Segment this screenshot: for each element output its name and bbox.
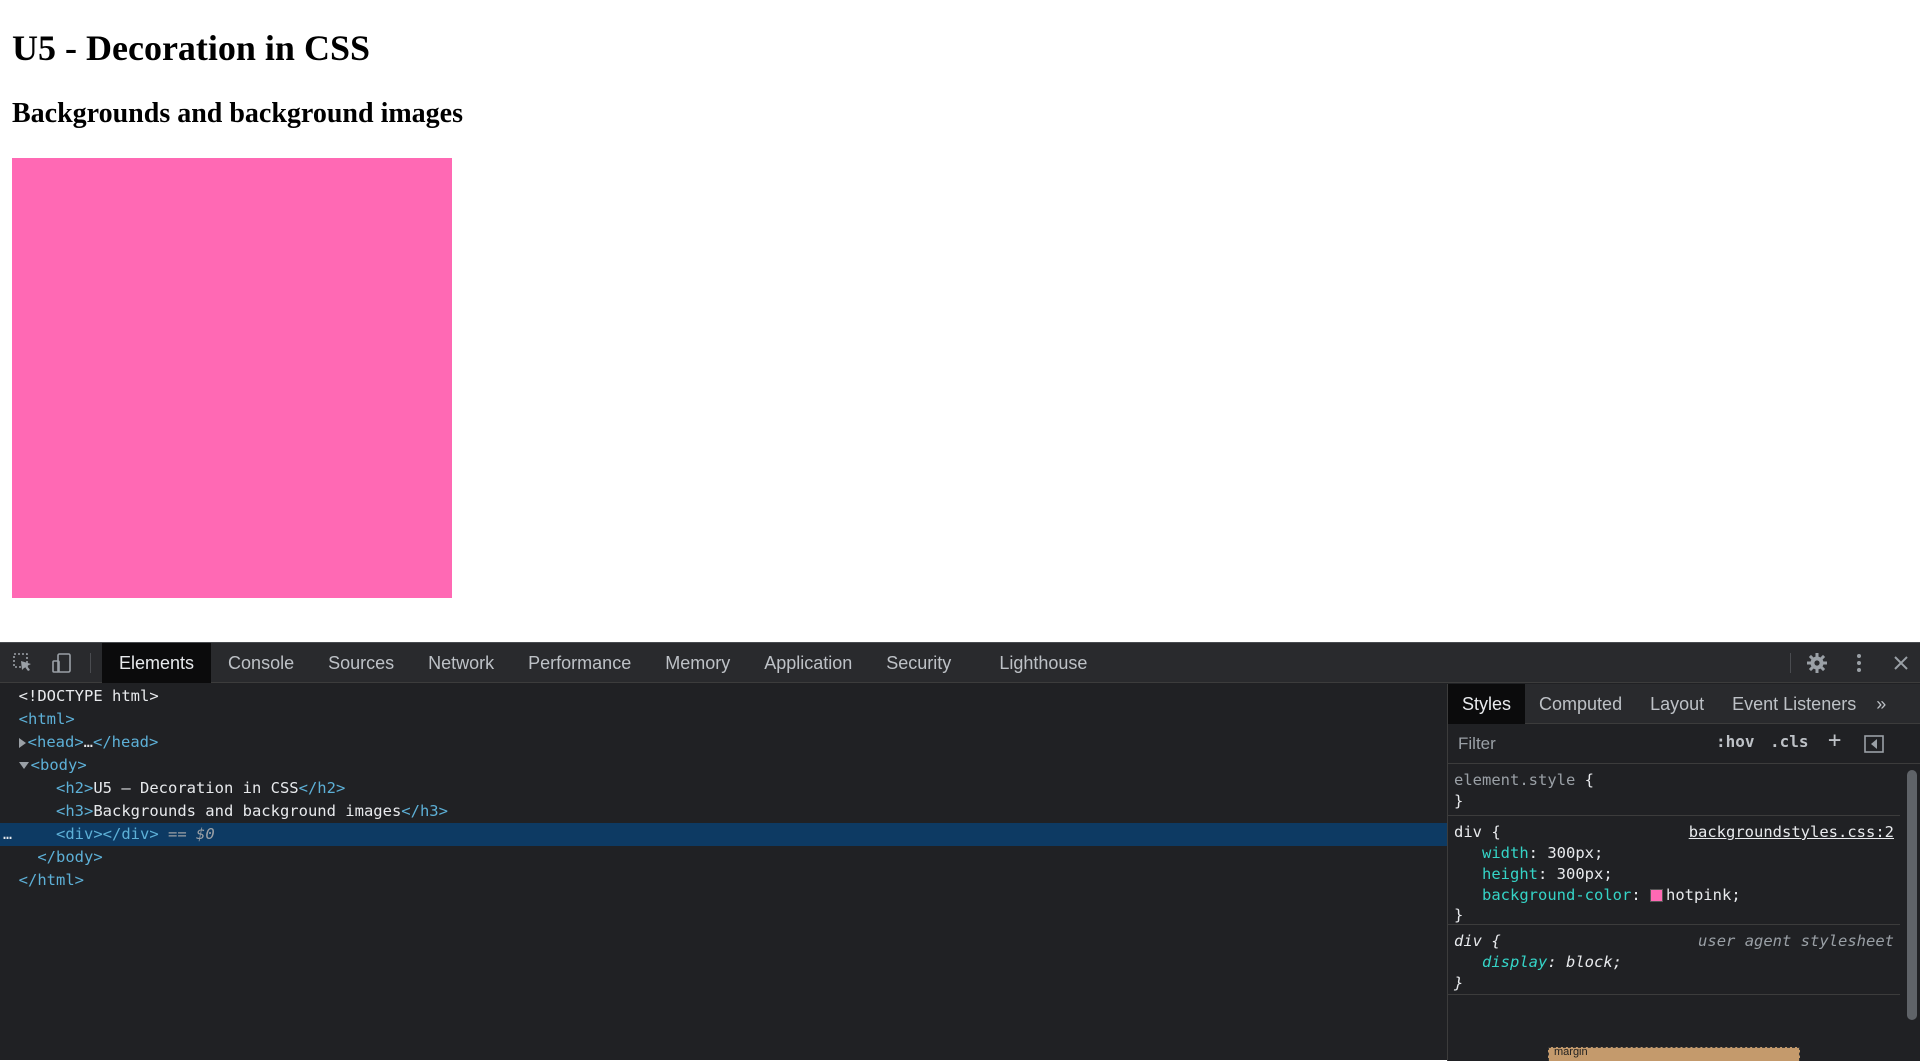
cls-toggle-button[interactable]: .cls [1770,732,1809,751]
inspect-element-icon[interactable] [11,651,35,675]
h3-close-tag: </h3> [401,802,448,820]
rule-close-brace: } [1454,974,1464,992]
page-heading: U5 - Decoration in CSS [12,28,370,68]
color-swatch[interactable] [1649,889,1663,902]
css-property: background-color [1482,886,1632,904]
tab-memory[interactable]: Memory [648,643,747,683]
dom-node-html[interactable]: <html> [0,708,1447,731]
tab-performance[interactable]: Performance [511,643,648,683]
more-options-icon[interactable] [1847,651,1871,675]
tab-layout[interactable]: Layout [1636,684,1718,724]
styles-scrollbar[interactable] [1907,770,1917,1020]
device-toggle-icon[interactable] [50,651,74,675]
tab-event-listeners[interactable]: Event Listeners [1718,684,1870,724]
h2-open-tag: <h2> [56,779,94,797]
rule-close-brace: } [1454,906,1464,924]
devtools-panel: Elements Console Sources Network Perform… [0,642,1920,1061]
dom-node-head[interactable]: <head>…</head> [0,731,1447,754]
selected-node-ref: == $0 [158,825,215,843]
rule-open-brace: { [1482,932,1501,950]
html-open-tag: <html> [18,710,75,728]
h3-open-tag: <h3> [56,802,94,820]
user-agent-source-label: user agent stylesheet [1698,932,1894,950]
stylesheet-source-link[interactable]: backgroundstyles.css:2 [1689,822,1894,843]
styles-filter-input[interactable] [1454,731,1702,757]
rule-close-brace: } [1454,792,1464,810]
expand-triangle-icon[interactable] [18,737,26,748]
hotpink-box [12,158,452,598]
css-property: display [1482,953,1548,971]
head-close-tag: </head> [93,733,159,751]
css-value: 300px [1556,865,1604,883]
h3-text: Backgrounds and background images [93,802,402,820]
tab-sources[interactable]: Sources [311,643,411,683]
close-icon[interactable] [1889,651,1913,675]
toggle-sidebar-icon[interactable] [1862,732,1886,756]
toolbar-divider [90,653,91,673]
head-ellipsis: … [83,733,94,751]
tab-console[interactable]: Console [211,643,311,683]
collapse-triangle-icon[interactable] [18,762,29,769]
tab-application[interactable]: Application [747,643,869,683]
background-color-declaration[interactable]: background-color: hotpink; [1454,885,1741,906]
tab-computed[interactable]: Computed [1525,684,1636,724]
styles-tabs: Styles Computed Layout Event Listeners » [1448,684,1920,724]
tab-lighthouse[interactable]: Lighthouse [982,643,1104,683]
devtools-toolbar: Elements Console Sources Network Perform… [0,643,1920,683]
new-style-rule-button[interactable]: + [1828,728,1841,753]
tab-styles[interactable]: Styles [1448,684,1526,724]
toolbar-divider-right [1790,653,1791,673]
settings-icon[interactable] [1805,651,1829,675]
page-subheading: Backgrounds and background images [12,98,463,129]
html-close-tag: </html> [18,871,84,889]
tab-elements[interactable]: Elements [102,643,212,683]
tab-network[interactable]: Network [411,643,511,683]
div-rule-selector-line[interactable]: div { backgroundstyles.css:2 [1454,822,1894,843]
devtools-tabs: Elements Console Sources Network Perform… [102,643,1104,683]
dom-node-h3[interactable]: <h3>Backgrounds and background images</h… [0,800,1447,823]
dom-node-body[interactable]: <body> [0,754,1447,777]
dom-node-h2[interactable]: <h2>U5 – Decoration in CSS</h2> [0,777,1447,800]
elements-dom-tree: <!DOCTYPE html> <html> <head>…</head> <b… [0,684,1447,1061]
more-tabs-chevron-icon[interactable]: » [1870,684,1892,724]
dom-node-body-close[interactable]: </body> [0,846,1447,869]
hov-toggle-button[interactable]: :hov [1716,732,1755,751]
css-property: height [1482,865,1538,883]
dom-node-html-close[interactable]: </html> [0,869,1447,892]
ua-rule-selector-line[interactable]: div { user agent stylesheet [1454,931,1894,952]
body-close-tag: </body> [37,848,103,866]
node-actions-dots[interactable]: … [3,823,12,846]
element-style-selector: element.style [1454,771,1576,789]
styles-sidebar: Styles Computed Layout Event Listeners »… [1447,684,1920,1061]
box-model-diagram: margin [1548,1046,1800,1061]
dom-node-div-selected[interactable]: … <div></div> == $0 [0,823,1447,846]
tab-security[interactable]: Security [869,643,968,683]
css-value: hotpink [1665,886,1732,904]
page-viewport: U5 - Decoration in CSS Backgrounds and b… [0,0,1920,642]
display-declaration[interactable]: display: block; [1454,952,1622,973]
rule-open-brace: { [1482,823,1501,841]
rule-open-brace: { [1575,771,1594,789]
styles-filter-bar: :hov .cls + [1448,724,1920,764]
element-style-selector-line[interactable]: element.style { [1454,770,1594,791]
div-rule-selector: div [1454,823,1482,841]
dom-node-doctype[interactable]: <!DOCTYPE html> [0,685,1447,708]
div-markup: <div></div> [56,825,159,843]
div-style-rule: div { backgroundstyles.css:2 width: 300px… [1448,816,1900,925]
user-agent-style-rule: div { user agent stylesheet display: bloc… [1448,925,1900,995]
css-property: width [1482,844,1529,862]
box-model-margin-label: margin [1554,1046,1588,1058]
height-declaration[interactable]: height: 300px; [1454,864,1613,885]
body-open-tag: <body> [30,756,87,774]
ua-rule-selector: div [1454,932,1482,950]
h2-text: U5 – Decoration in CSS [93,779,299,797]
head-open-tag: <head> [27,733,84,751]
css-value: block [1566,953,1613,971]
css-value: 300px [1547,844,1595,862]
h2-close-tag: </h2> [298,779,346,797]
doctype-text: <!DOCTYPE html> [18,687,159,705]
width-declaration[interactable]: width: 300px; [1454,843,1603,864]
element-style-rule: element.style { } [1448,764,1900,816]
